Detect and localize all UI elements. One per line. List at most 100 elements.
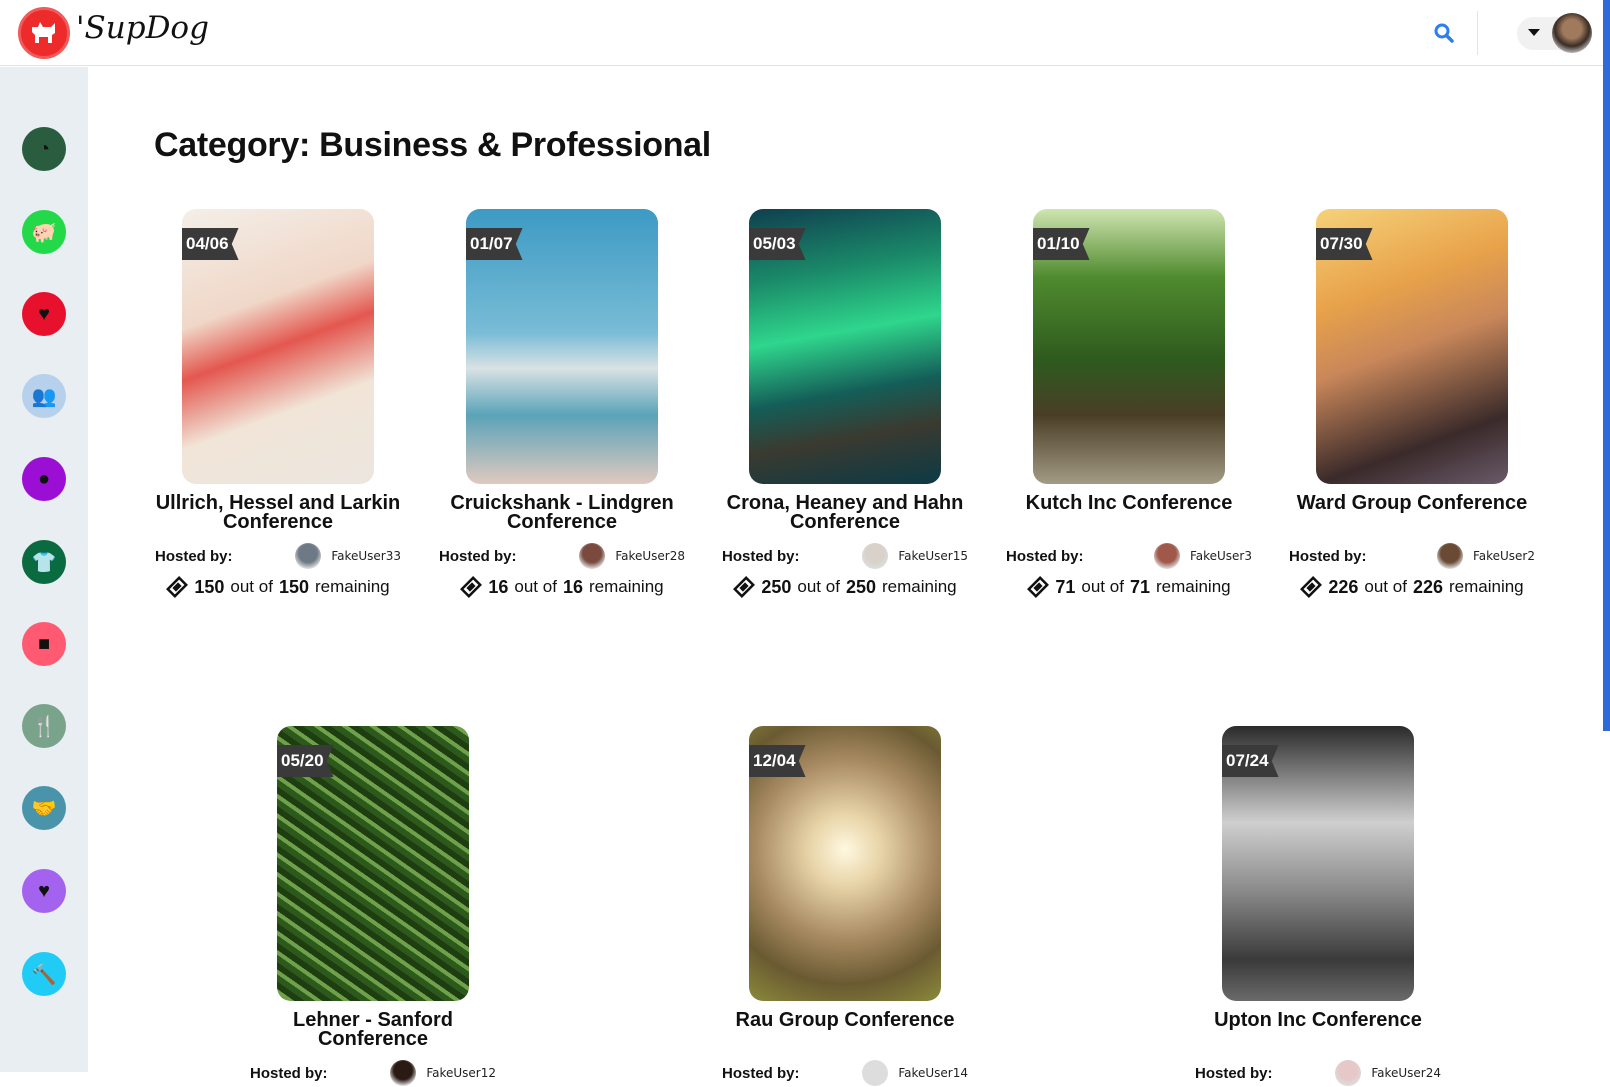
host-avatar[interactable] [579,543,606,569]
host-username[interactable]: FakeUser15 [898,549,968,563]
event-card[interactable]: 12/04 Rau Group Conference Hosted by: Fa… [710,726,980,1087]
tickets-remaining: 16 out of 16 remaining [427,576,697,598]
event-title[interactable]: Ullrich, Hessel and Larkin Conference [143,493,413,534]
host-username[interactable]: FakeUser2 [1473,549,1535,563]
remaining-count: 71 [1055,576,1076,597]
event-card[interactable]: 05/03 Crona, Heaney and Hahn Conference … [710,209,980,598]
date-badge: 07/30 [1316,228,1373,260]
event-title[interactable]: Kutch Inc Conference [994,493,1264,534]
event-card[interactable]: 04/06 Ullrich, Hessel and Larkin Confere… [143,209,413,598]
hammer-icon: 🔨 [31,963,57,986]
sidebar-item-tshirt[interactable]: 👕 [22,540,66,584]
event-image[interactable]: 07/30 [1316,209,1508,484]
event-image[interactable]: 05/03 [749,209,941,484]
remaining-label: remaining [881,577,957,596]
total-count: 71 [1129,576,1150,597]
event-card[interactable]: 07/30 Ward Group Conference Hosted by: F… [1277,209,1547,598]
event-image[interactable]: 07/24 [1222,726,1414,1001]
caret-down-icon[interactable] [1528,29,1540,36]
host-row: Hosted by: FakeUser2 [1289,542,1535,570]
hosted-by-label: Hosted by: [1195,1064,1273,1082]
top-header: 'SupDog [0,0,1610,66]
host-row: Hosted by: FakeUser3 [1006,542,1252,570]
remaining-count: 226 [1328,576,1359,597]
remaining-count: 150 [194,576,225,597]
host-username[interactable]: FakeUser12 [426,1066,496,1080]
sidebar-item-hand-holding-heart[interactable]: ♥ [22,292,66,336]
date-badge: 04/06 [182,228,239,260]
page-title: Category: Business & Professional [154,126,711,164]
sidebar-item-video[interactable]: ■ [22,622,66,666]
remaining-label: remaining [588,577,664,596]
event-title[interactable]: Upton Inc Conference [1183,1010,1453,1051]
date-badge: 12/04 [749,745,806,777]
sidebar: ◔ 🐖 ♥ 👥 ● 👕 ■ 🍴 🤝 ♥ 🔨 [0,67,88,1072]
logo-dog-icon[interactable] [18,7,70,59]
host-username[interactable]: FakeUser14 [898,1066,968,1080]
hosted-by-label: Hosted by: [722,547,800,565]
host-username[interactable]: FakeUser28 [615,549,685,563]
remaining-label: remaining [314,577,390,596]
host-avatar[interactable] [390,1060,417,1086]
ticket-icon [166,576,189,598]
event-card[interactable]: 07/24 Upton Inc Conference Hosted by: Fa… [1183,726,1453,1087]
event-title[interactable]: Crona, Heaney and Hahn Conference [710,493,980,534]
ticket-icon [460,576,483,598]
sidebar-item-piggy-bank[interactable]: 🐖 [22,210,66,254]
event-card[interactable]: 01/07 Cruickshank - Lindgren Conference … [427,209,697,598]
sidebar-item-apple[interactable]: ● [22,457,66,501]
sidebar-item-utensils[interactable]: 🍴 [22,704,66,748]
host-avatar[interactable] [1153,543,1180,569]
out-of-label: out of [514,577,557,596]
host-avatar[interactable] [862,1060,889,1086]
event-title[interactable]: Lehner - Sanford Conference [238,1010,508,1051]
host-username[interactable]: FakeUser3 [1190,549,1252,563]
sidebar-item-heart[interactable]: ♥ [22,869,66,913]
hand-holding-heart-icon: ♥ [38,302,50,325]
hosted-by-label: Hosted by: [1006,547,1084,565]
user-avatar[interactable] [1552,13,1592,53]
scrollbar[interactable] [1603,0,1610,731]
handshake-icon: 🤝 [31,797,57,820]
remaining-label: remaining [1448,577,1524,596]
host-row: Hosted by: FakeUser14 [722,1059,968,1087]
out-of-label: out of [797,577,840,596]
search-icon[interactable] [1433,22,1455,44]
users-icon: 👥 [31,385,57,408]
host-avatar[interactable] [862,543,889,569]
event-image[interactable]: 05/20 [277,726,469,1001]
sidebar-item-users[interactable]: 👥 [22,374,66,418]
event-image[interactable]: 01/07 [466,209,658,484]
event-image[interactable]: 04/06 [182,209,374,484]
date-badge: 01/07 [466,228,523,260]
date-badge: 05/20 [277,745,334,777]
sidebar-item-dashboard[interactable]: ◔ [22,127,66,171]
event-title[interactable]: Rau Group Conference [710,1010,980,1051]
host-row: Hosted by: FakeUser33 [155,542,401,570]
event-image[interactable]: 12/04 [749,726,941,1001]
host-avatar[interactable] [1436,543,1463,569]
hosted-by-label: Hosted by: [722,1064,800,1082]
host-avatar[interactable] [1335,1060,1362,1086]
remaining-count: 16 [488,576,509,597]
host-username[interactable]: FakeUser24 [1371,1066,1441,1080]
ticket-icon [1027,576,1050,598]
event-card[interactable]: 05/20 Lehner - Sanford Conference Hosted… [238,726,508,1087]
host-username[interactable]: FakeUser33 [331,549,401,563]
host-row: Hosted by: FakeUser24 [1195,1059,1441,1087]
sidebar-item-handshake[interactable]: 🤝 [22,786,66,830]
event-title[interactable]: Cruickshank - Lindgren Conference [427,493,697,534]
total-count: 16 [562,576,583,597]
hosted-by-label: Hosted by: [250,1064,328,1082]
ticket-icon [1300,576,1323,598]
total-count: 250 [845,576,876,597]
event-title[interactable]: Ward Group Conference [1277,493,1547,534]
event-card[interactable]: 01/10 Kutch Inc Conference Hosted by: Fa… [994,209,1264,598]
date-badge: 05/03 [749,228,806,260]
out-of-label: out of [1081,577,1124,596]
host-avatar[interactable] [295,543,322,569]
event-image[interactable]: 01/10 [1033,209,1225,484]
sidebar-item-hammer[interactable]: 🔨 [22,952,66,996]
logo-text[interactable]: 'SupDog [76,10,209,46]
host-row: Hosted by: FakeUser12 [250,1059,496,1087]
